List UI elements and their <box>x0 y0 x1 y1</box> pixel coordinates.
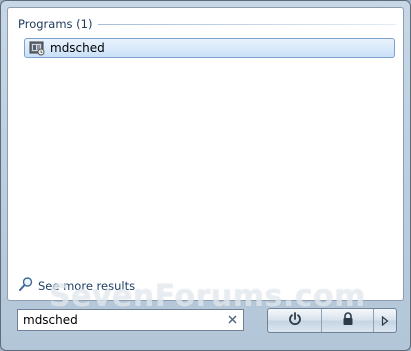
see-more-results-label: See more results <box>38 279 136 293</box>
search-magnifier-icon <box>18 276 34 296</box>
group-divider <box>98 23 396 25</box>
programs-group-title: Programs (1) <box>18 17 93 31</box>
lock-button[interactable] <box>321 309 373 332</box>
power-icon <box>287 311 303 331</box>
power-button-group <box>267 308 397 333</box>
see-more-results-link[interactable]: See more results <box>18 276 135 296</box>
result-item-label: mdsched <box>50 41 105 55</box>
clear-x-icon[interactable] <box>223 313 241 327</box>
start-menu: Programs (1) mdsched See more results Se… <box>0 0 411 351</box>
search-results-pane: Programs (1) mdsched See more results <box>7 7 404 301</box>
arrow-right-icon <box>381 311 389 330</box>
shutdown-options-button[interactable] <box>373 309 396 332</box>
memory-diagnostic-icon <box>29 40 45 56</box>
lock-icon <box>340 311 356 331</box>
search-box[interactable] <box>17 309 244 331</box>
result-item-mdsched[interactable]: mdsched <box>24 38 395 58</box>
programs-group-header: Programs (1) <box>18 16 396 32</box>
shutdown-button[interactable] <box>268 309 321 332</box>
search-input[interactable] <box>18 313 223 327</box>
